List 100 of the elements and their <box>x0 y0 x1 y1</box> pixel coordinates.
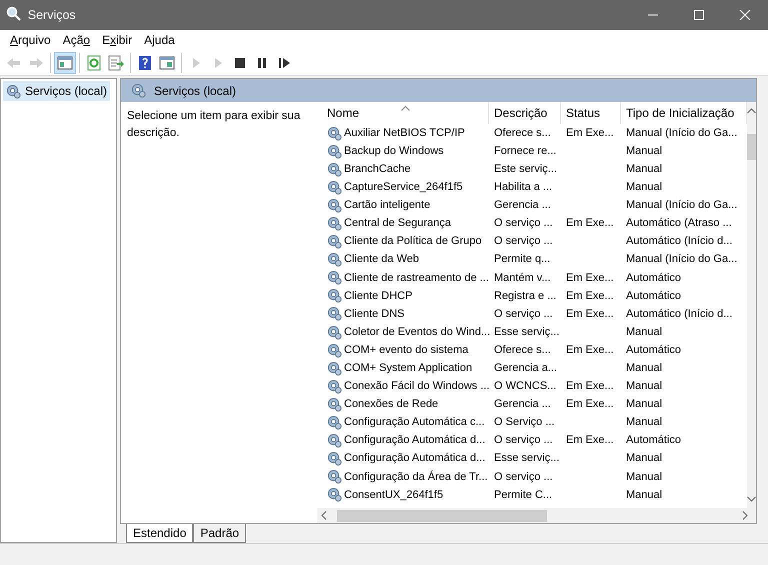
table-cell-text: Esse serviç... <box>493 324 560 340</box>
column-header[interactable]: Status <box>561 102 621 124</box>
table-cell-text: Permite C... <box>493 488 554 503</box>
table-cell-text: Manual <box>625 180 664 196</box>
service-name[interactable]: Configuração Automática d... <box>344 450 486 467</box>
table-cell-text: Manual <box>625 162 664 177</box>
table-cell-text: O serviço ... <box>493 470 554 485</box>
gear-icon <box>131 83 146 98</box>
service-gear-icon <box>327 198 342 213</box>
horizontal-scrollbar[interactable] <box>317 508 756 523</box>
table-cell-text: Em Exe... <box>565 433 615 448</box>
service-name[interactable]: ConsentUX_264f1f5 <box>344 486 444 504</box>
service-gear-icon <box>327 469 342 484</box>
scroll-up-icon[interactable] <box>747 108 756 114</box>
table-cell-text: Manual <box>625 470 664 485</box>
service-name[interactable]: Cliente da Web <box>344 251 420 268</box>
service-gear-icon <box>327 342 342 358</box>
table-cell-text: Em Exe... <box>565 270 615 286</box>
table-cell-text: Automático (Atraso ... <box>625 216 733 232</box>
table-cell-text: Manual (Início do Ga... <box>625 252 738 268</box>
menu-item[interactable]: Arquivo <box>4 31 57 49</box>
service-name[interactable]: BranchCache <box>344 160 411 178</box>
service-name[interactable]: CaptureService_264f1f5 <box>344 179 463 196</box>
service-gear-icon <box>327 162 342 177</box>
table-cell-text: O serviço ... <box>493 433 554 448</box>
tab[interactable]: Estendido <box>126 524 194 543</box>
service-gear-icon <box>327 451 342 466</box>
table-cell-text: Manual <box>625 488 664 503</box>
service-name[interactable]: Coletor de Eventos do Wind... <box>344 324 490 340</box>
service-gear-icon <box>327 487 342 502</box>
menu-item[interactable]: Ação <box>56 31 96 49</box>
window-title: Serviços <box>28 6 77 24</box>
close-icon <box>739 10 751 20</box>
table-cell-text: Manual <box>625 379 664 394</box>
help-icon <box>136 54 154 72</box>
menu-item[interactable]: Ajuda <box>138 31 181 49</box>
service-name[interactable]: Configuração da Área de Tr... <box>344 468 488 486</box>
service-gear-icon <box>327 252 342 268</box>
table-cell-text: O serviço ... <box>493 234 554 250</box>
service-name[interactable]: Central de Segurança <box>344 215 452 232</box>
table-cell-text: Automático <box>625 433 682 448</box>
table-cell-text: Em Exe... <box>565 126 615 141</box>
table-cell-text: Em Exe... <box>565 342 615 358</box>
table-cell-text: Registra e ... <box>493 288 558 304</box>
scroll-right-icon[interactable] <box>742 511 748 520</box>
service-name[interactable]: Cliente DNS <box>344 306 405 322</box>
service-gear-icon <box>327 270 342 286</box>
service-gear-icon <box>327 378 342 394</box>
service-name[interactable]: Auxiliar NetBIOS TCP/IP <box>344 124 465 142</box>
service-name[interactable]: Cliente da Política de Grupo <box>344 233 482 250</box>
tab[interactable]: Padrão <box>193 524 246 543</box>
table-cell-text: Esse serviç... <box>493 451 560 466</box>
export-list-icon <box>107 54 125 72</box>
table-cell-text: Gerencia ... <box>493 397 552 412</box>
tree-item[interactable]: Serviços (local) <box>3 81 110 101</box>
table-cell-text: Manual <box>625 361 664 376</box>
scrollbar-thumb[interactable] <box>747 134 756 160</box>
table-cell-text: Em Exe... <box>565 306 615 322</box>
table-cell-text: Permite q... <box>493 252 552 268</box>
service-name[interactable]: Cliente de rastreamento de ... <box>344 270 489 286</box>
menu-item[interactable]: Exibir <box>96 31 138 49</box>
service-gear-icon <box>327 396 342 412</box>
table-cell-text: Manual (Início do Ga... <box>625 198 738 214</box>
service-gear-icon <box>327 415 342 430</box>
column-header[interactable]: Descrição <box>489 102 561 124</box>
service-name[interactable]: COM+ System Application <box>344 360 472 377</box>
window-panel-button[interactable] <box>54 52 76 74</box>
service-name[interactable]: COM+ evento do sistema <box>344 342 468 358</box>
service-name[interactable]: Backup do Windows <box>344 142 444 160</box>
scrollbar-thumb[interactable] <box>337 510 547 522</box>
table-cell-text: Manual <box>625 397 664 412</box>
table-cell-text: Fornece re... <box>493 144 558 159</box>
table-cell-text: Manual (Início do Ga... <box>625 126 738 141</box>
description-text: Selecione um item para exibir sua descrição. <box>126 109 302 142</box>
service-name[interactable]: Configuração Automática c... <box>344 414 485 431</box>
scroll-left-icon[interactable] <box>321 511 327 520</box>
table-cell-text: Automático (Início d... <box>625 234 734 250</box>
service-name[interactable]: Conexões de Rede <box>344 396 438 413</box>
service-gear-icon <box>327 288 342 304</box>
service-name[interactable]: Conexão Fácil do Windows ... <box>344 378 490 395</box>
table-cell-text: Este serviç... <box>493 162 558 177</box>
table-cell-text: Em Exe... <box>565 216 615 232</box>
panel-header: Serviços (local) <box>121 79 756 102</box>
table-cell-text: Gerencia a... <box>493 361 558 376</box>
vertical-scrollbar[interactable] <box>747 102 756 508</box>
table-cell-text: O serviço ... <box>493 216 554 232</box>
service-name[interactable]: Cliente DHCP <box>344 288 412 304</box>
table-cell-text: Manual <box>625 415 664 430</box>
sort-caret-icon <box>401 104 410 111</box>
service-name[interactable]: Cartão inteligente <box>344 197 430 214</box>
window-panel-icon <box>158 54 176 72</box>
maximize-icon <box>693 10 705 20</box>
scroll-down-icon[interactable] <box>747 496 756 502</box>
gear-icon <box>6 84 21 98</box>
table-cell-text: Oferece s... <box>493 342 552 358</box>
table-cell-text: Em Exe... <box>565 288 615 304</box>
service-name[interactable]: Configuração Automática d... <box>344 432 486 449</box>
table-cell-text: Manual <box>625 451 664 466</box>
table-cell-text: Em Exe... <box>565 379 615 394</box>
column-header[interactable]: Nome <box>317 102 489 124</box>
